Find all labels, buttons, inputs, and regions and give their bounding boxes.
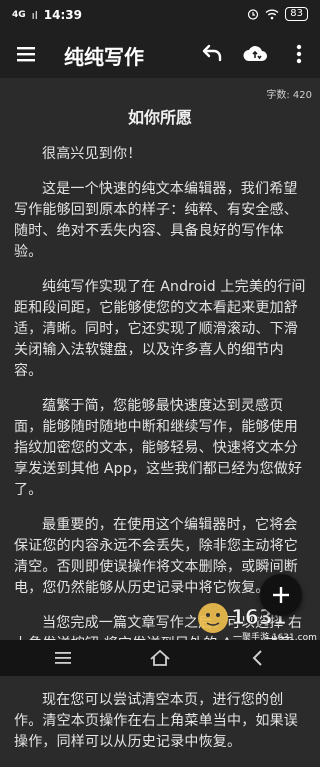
editor-area[interactable]: 字数: 420 如你所愿 很高兴见到你！ 这是一个快速的纯文本编辑器，我们希望写… bbox=[0, 78, 320, 750]
app-title: 纯纯写作 bbox=[64, 45, 144, 69]
status-bar: 4G ıl 14:39 83 bbox=[0, 0, 320, 30]
undo-icon[interactable] bbox=[200, 42, 224, 66]
system-nav-bar bbox=[0, 640, 320, 676]
add-note-button[interactable] bbox=[260, 574, 302, 616]
nav-menu-icon[interactable] bbox=[54, 650, 72, 666]
status-time: 14:39 bbox=[43, 8, 82, 22]
menu-icon[interactable] bbox=[14, 42, 38, 66]
status-left: 4G ıl 14:39 bbox=[12, 8, 82, 22]
network-4g-icon: 4G bbox=[12, 10, 26, 20]
battery-icon: 83 bbox=[285, 7, 308, 21]
paragraph[interactable]: 蕴繁于简，您能够最快速度达到灵感页面，能够随时随地中断和继续写作，能够使用指纹加… bbox=[14, 396, 306, 501]
paragraph[interactable]: 很高兴见到你！ bbox=[14, 144, 306, 165]
paragraph[interactable]: 这是一个快速的纯文本编辑器，我们希望写作能够回到原本的样子：纯粹、有安全感、随时… bbox=[14, 179, 306, 263]
nav-back-icon[interactable] bbox=[248, 648, 268, 668]
app-toolbar: 纯纯写作 bbox=[0, 30, 320, 78]
wifi-icon bbox=[265, 9, 279, 20]
paragraph[interactable]: 现在您可以尝试清空本页，进行您的创作。清空本页操作在右上角菜单当中，如果误操作，… bbox=[14, 690, 306, 753]
alarm-icon bbox=[248, 9, 259, 20]
paragraph[interactable]: 纯纯写作实现了在 Android 上完美的行间距和段间距，它能够使您的文本看起来… bbox=[14, 277, 306, 382]
status-right: 83 bbox=[247, 7, 308, 21]
document-title[interactable]: 如你所愿 bbox=[0, 104, 320, 128]
plus-icon bbox=[273, 587, 289, 603]
nav-home-icon[interactable] bbox=[148, 648, 172, 668]
more-icon[interactable] bbox=[290, 42, 308, 66]
word-count: 字数: 420 bbox=[266, 90, 312, 101]
signal-icon: ıl bbox=[31, 8, 38, 22]
cloud-sync-icon[interactable] bbox=[242, 41, 268, 67]
